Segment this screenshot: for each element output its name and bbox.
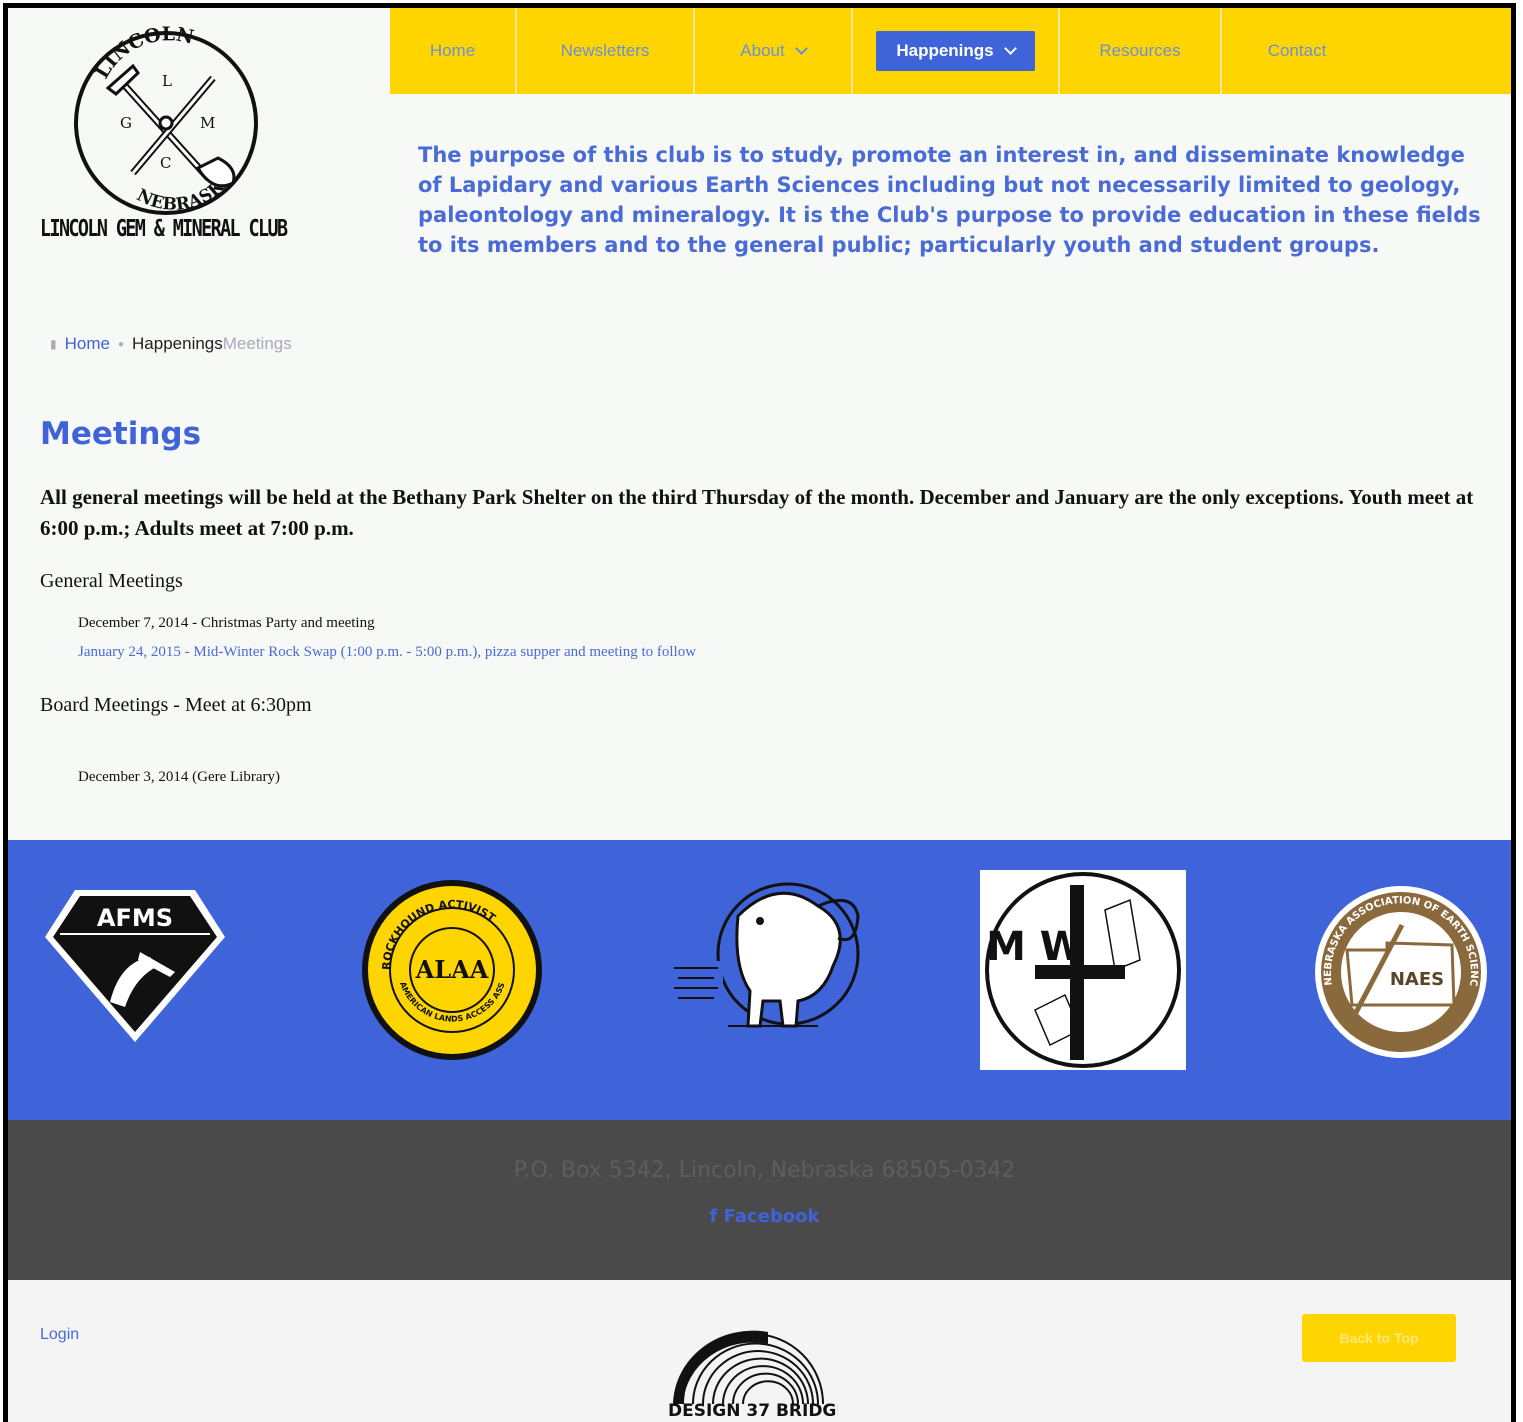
partner-logos-band: AFMS ROCKHOUND ACTIVIST AMERICAN LANDS A… bbox=[8, 840, 1511, 1120]
breadcrumb-home[interactable]: Home bbox=[65, 334, 110, 354]
naes-logo-text: NAES bbox=[1390, 969, 1444, 990]
alaa-logo-text: ALAA bbox=[415, 955, 489, 984]
nav-resources-label: Resources bbox=[1099, 41, 1181, 60]
footer-address-band bbox=[8, 1120, 1511, 1280]
breadcrumb: ▮ Home ● HappeningsMeetings bbox=[50, 334, 292, 354]
design37-logo-text: DESIGN 37 BRIDGE bbox=[668, 1401, 838, 1420]
list-item-link[interactable]: January 24, 2015 - Mid-Winter Rock Swap … bbox=[78, 644, 696, 661]
breadcrumb-separator-icon: ● bbox=[117, 338, 125, 350]
club-purpose: The purpose of this club is to study, pr… bbox=[418, 143, 1481, 257]
footer-address: P.O. Box 5342, Lincoln, Nebraska 68505-0… bbox=[513, 1158, 1016, 1183]
seal-letter-c: C bbox=[160, 154, 171, 172]
general-meetings-heading: General Meetings bbox=[40, 570, 183, 592]
seal-letter-l: L bbox=[162, 72, 172, 90]
nav-contact-label: Contact bbox=[1267, 41, 1327, 60]
main-nav: Home Newsletters About Happenings Resour… bbox=[390, 8, 1511, 94]
seal-letter-g: G bbox=[120, 114, 132, 132]
nav-happenings-label: Happenings bbox=[896, 41, 994, 60]
nav-newsletters[interactable]: Newsletters bbox=[517, 8, 695, 94]
nav-home-label: Home bbox=[429, 41, 476, 60]
breadcrumb-sub: Meetings bbox=[222, 334, 292, 353]
page-frame: LINCOLN NEBRASKA L G M C LINCOLN GEM & M… bbox=[0, 0, 1523, 1422]
chevron-down-icon bbox=[1003, 41, 1017, 55]
nav-newsletters-label: Newsletters bbox=[560, 41, 650, 60]
breadcrumb-current[interactable]: Happenings bbox=[132, 334, 223, 353]
afms-logo[interactable]: AFMS bbox=[40, 882, 230, 1047]
nav-contact[interactable]: Contact bbox=[1222, 8, 1372, 94]
museum-friends-logo[interactable] bbox=[668, 876, 868, 1041]
afms-logo-text: AFMS bbox=[97, 904, 173, 932]
board-meetings-heading: Board Meetings - Meet at 6:30pm bbox=[40, 694, 312, 716]
naes-logo[interactable]: NEBRASKA ASSOCIATION OF EARTH SCIENCE CL… bbox=[1312, 885, 1490, 1060]
page-title: Meetings bbox=[40, 416, 202, 452]
nav-happenings[interactable]: Happenings bbox=[853, 8, 1060, 94]
svg-text:LINCOLN: LINCOLN bbox=[91, 23, 196, 82]
page-container: LINCOLN NEBRASKA L G M C LINCOLN GEM & M… bbox=[3, 3, 1516, 1422]
meetings-intro: All general meetings will be held at the… bbox=[40, 485, 1474, 540]
nav-about[interactable]: About bbox=[695, 8, 853, 94]
mfw-logo-text: M W bbox=[986, 924, 1084, 970]
facebook-link[interactable]: f Facebook bbox=[8, 1206, 1511, 1227]
design37-logo[interactable]: DESIGN 37 BRIDGE bbox=[668, 1314, 838, 1420]
seal-top-text: LINCOLN bbox=[91, 23, 196, 82]
back-to-top-button[interactable]: Back to Top bbox=[1302, 1314, 1456, 1362]
chevron-down-icon bbox=[794, 41, 808, 55]
home-icon: ▮ bbox=[50, 337, 57, 351]
list-item: December 3, 2014 (Gere Library) bbox=[78, 769, 280, 785]
seal-letter-m: M bbox=[200, 114, 215, 132]
nav-resources[interactable]: Resources bbox=[1060, 8, 1222, 94]
nav-about-label: About bbox=[740, 41, 785, 60]
nav-home[interactable]: Home bbox=[390, 8, 517, 94]
alaa-logo[interactable]: ROCKHOUND ACTIVIST AMERICAN LANDS ACCESS… bbox=[360, 878, 545, 1063]
site-name: LINCOLN GEM & MINERAL CLUB bbox=[40, 216, 288, 242]
list-item: December 7, 2014 - Christmas Party and m… bbox=[78, 615, 375, 631]
nav-happenings-pill[interactable]: Happenings bbox=[876, 31, 1035, 71]
login-link[interactable]: Login bbox=[40, 1326, 79, 1344]
mfw-logo[interactable]: M W bbox=[980, 870, 1186, 1070]
breadcrumb-trail: HappeningsMeetings bbox=[132, 334, 292, 354]
